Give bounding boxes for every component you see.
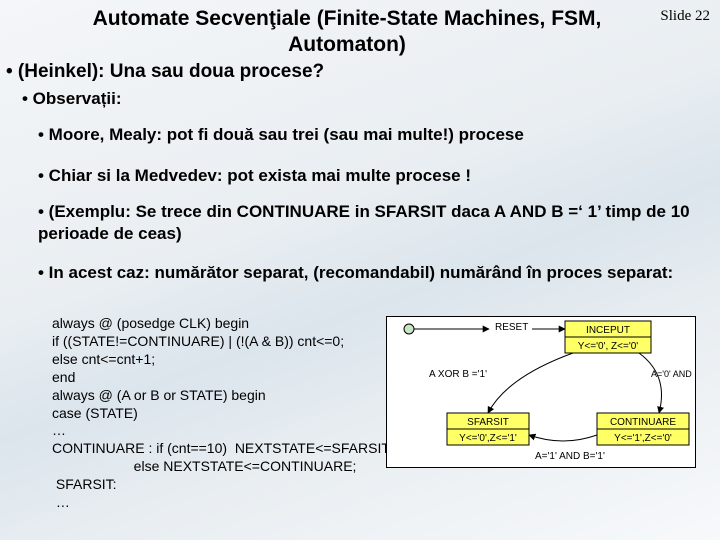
arc-to-sfarsit [488, 353, 573, 413]
code-line: always @ (A or B or STATE) begin [52, 387, 382, 405]
state-sfarsit-out: Y<='0',Z<='1' [459, 433, 517, 444]
state-inceput-name: INCEPUT [586, 325, 630, 336]
state-inceput-out: Y<='0', Z<='0' [578, 341, 639, 352]
bullet-moore: • Moore, Mealy: pot fi două sau trei (sa… [38, 124, 702, 146]
arc-to-continuare [639, 353, 662, 413]
state-sfarsit-name: SFARSIT [467, 417, 509, 428]
slide-number: Slide 22 [660, 8, 710, 25]
code-line: … [52, 494, 382, 512]
state-continuare-out: Y<='1',Z<='0' [614, 433, 672, 444]
label-reset: RESET [495, 322, 528, 333]
slide-title: Automate Secvenţiale (Finite-State Machi… [54, 6, 640, 59]
label-a1b1: A='1' AND B='1' [535, 451, 605, 462]
bullet-counter: • In acest caz: numărător separat, (reco… [38, 262, 702, 284]
code-line: SFARSIT: [52, 476, 382, 494]
bullet-example: • (Exemplu: Se trece din CONTINUARE in S… [38, 201, 702, 245]
code-line: case (STATE) [52, 405, 382, 423]
bullet-l2: • Observații: [22, 89, 122, 109]
code-line: else cnt<=cnt+1; [52, 351, 382, 369]
bullet-l1: • (Heinkel): Una sau doua procese? [6, 61, 324, 83]
state-continuare-name: CONTINUARE [610, 417, 676, 428]
code-line: always @ (posedge CLK) begin [52, 315, 382, 333]
code-line: else NEXTSTATE<=CONTINUARE; [52, 458, 382, 476]
bullet-medv: • Chiar si la Medvedev: pot exista mai m… [38, 165, 702, 187]
label-a0b0: A='0' AND B='0' [651, 369, 695, 379]
state-diagram: RESET INCEPUT Y<='0', Z<='0' SFARSIT Y<=… [386, 316, 696, 468]
entry-dot-icon [404, 324, 414, 334]
code-block: always @ (posedge CLK) begin if ((STATE!… [52, 315, 382, 512]
code-line: end [52, 369, 382, 387]
fsm-svg: RESET INCEPUT Y<='0', Z<='0' SFARSIT Y<=… [387, 317, 695, 467]
code-line: if ((STATE!=CONTINUARE) | (!(A & B)) cnt… [52, 333, 382, 351]
arc-cont-to-sfarsit [529, 435, 597, 441]
label-axorb: A XOR B ='1' [429, 369, 487, 380]
code-line: … [52, 422, 382, 440]
code-line: CONTINUARE : if (cnt==10) NEXTSTATE<=SFA… [52, 440, 382, 458]
